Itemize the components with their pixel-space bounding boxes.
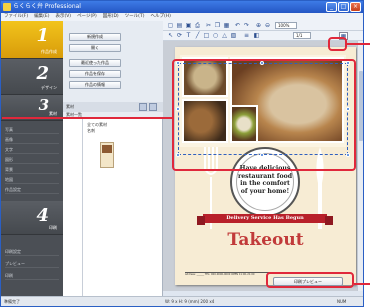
step3-item-photo[interactable]: 写真	[5, 125, 59, 134]
step4-item-preview[interactable]: プレビュー	[5, 259, 59, 268]
zoom-in-icon[interactable]: ⊕	[255, 22, 262, 29]
copy-icon[interactable]: ❐	[214, 22, 221, 29]
step3-item-background[interactable]: 背景	[5, 165, 59, 174]
title-bar: らくらく弁 Professional _ □ ×	[1, 1, 363, 13]
scrollbar-thumb[interactable]	[359, 71, 363, 141]
delivery-ribbon[interactable]: Delivery Service Has Begun	[197, 214, 333, 225]
step-4[interactable]: 4 印刷	[1, 201, 63, 235]
menu-bar: ファイル(F) 編集(E) 表示(V) ページ(P) 図形(D) ツール(T) …	[1, 13, 363, 21]
menu-tools[interactable]: ツール(T)	[125, 13, 145, 21]
undo-icon[interactable]: ↶	[234, 22, 241, 29]
step-label: 印刷	[49, 225, 57, 230]
select-icon[interactable]: ↖	[167, 32, 174, 39]
open-button[interactable]: 開く	[69, 44, 121, 52]
minimize-button[interactable]: _	[326, 2, 337, 12]
step3-item-map[interactable]: 地図	[5, 175, 59, 184]
redo-icon[interactable]: ↷	[243, 22, 250, 29]
save-icon[interactable]: ▣	[185, 22, 192, 29]
step-label: デザイン	[41, 85, 57, 90]
step3-item-shape[interactable]: 図形	[5, 155, 59, 164]
print-icon[interactable]: ⎙	[194, 22, 201, 29]
step-label: 作品作成	[41, 49, 57, 54]
new-icon[interactable]: ▢	[167, 22, 174, 29]
step3-item-settings[interactable]: 作品設定	[5, 185, 59, 194]
rectangle-icon[interactable]: □	[203, 32, 210, 39]
step3-item-image[interactable]: 画像	[5, 135, 59, 144]
line-icon[interactable]: ╱	[194, 32, 201, 39]
material-button-callout	[328, 37, 347, 51]
layer-icon[interactable]: ◧	[253, 32, 260, 39]
step-number: 4	[36, 205, 49, 226]
menu-help[interactable]: ヘルプ(H)	[150, 13, 170, 21]
work-info-button[interactable]: 作品の情報	[69, 81, 121, 89]
rotate-icon[interactable]: ⟳	[176, 32, 183, 39]
step4-item-print-settings[interactable]: 印刷設定	[5, 247, 59, 256]
close-button[interactable]: ×	[350, 2, 361, 12]
vertical-scrollbar[interactable]	[357, 41, 363, 291]
menu-file[interactable]: ファイル(F)	[4, 13, 28, 21]
photo-callout	[172, 59, 356, 171]
text-icon[interactable]: T	[185, 32, 192, 39]
task-panel: 新規作成 開く 最近使った作品 作品を保存 作品の情報	[63, 21, 163, 103]
new-work-button[interactable]: 新規作成	[69, 33, 121, 41]
step-number: 1	[36, 25, 49, 46]
step-navigation: 1 作品作成 2 デザイン 3 素材 写真 画像 文字 図形 背景 地図 作品設…	[1, 21, 63, 296]
maximize-button[interactable]: □	[338, 2, 349, 12]
category-tree[interactable]	[63, 118, 83, 297]
tree-item-card[interactable]: 名刺	[87, 128, 95, 134]
menu-page[interactable]: ページ(P)	[77, 13, 97, 21]
zoom-select[interactable]: 100%	[275, 22, 297, 29]
callout-line-top-right	[347, 43, 370, 45]
step-2[interactable]: 2 デザイン	[1, 59, 63, 95]
step-number: 2	[36, 63, 49, 84]
step-1[interactable]: 1 作品作成	[1, 21, 63, 59]
callout-line-bottom-right	[354, 283, 370, 285]
step3-item-text[interactable]: 文字	[5, 145, 59, 154]
step4-item-print[interactable]: 印刷	[5, 271, 59, 280]
menu-edit[interactable]: 編集(E)	[34, 13, 49, 21]
save-work-button[interactable]: 作品を保存	[69, 70, 121, 78]
align-icon[interactable]: ≡	[243, 32, 250, 39]
catalog-header: 素材	[63, 102, 163, 112]
main-toolbar: ▢ ▤ ▣ ⎙ ✂ ❐ ▦ ↶ ↷ ⊕ ⊖ 100%	[163, 21, 363, 31]
open-icon[interactable]: ▤	[176, 22, 183, 29]
step-number: 3	[38, 96, 49, 114]
app-icon	[3, 3, 11, 11]
image-icon[interactable]: ▧	[230, 32, 237, 39]
status-text: 準備完了	[4, 299, 20, 304]
status-dimensions: W: 9 x H: 9 (mm) 200 x4	[165, 299, 215, 304]
status-bar: 準備完了 W: 9 x H: 9 (mm) 200 x4 NUM	[1, 296, 363, 306]
window-title: らくらく弁 Professional	[13, 3, 81, 10]
callout-line-left	[2, 117, 172, 119]
zoom-out-icon[interactable]: ⊖	[264, 22, 271, 29]
thumbnail-area: 全ての素材 名刺	[84, 118, 163, 297]
material-list-panel: 素材一覧 全ての素材 名刺	[63, 112, 163, 297]
page-indicator: 1/1	[293, 32, 311, 39]
list-view-icon[interactable]	[139, 103, 147, 111]
catalog-title: 素材	[66, 104, 74, 109]
recent-work-button[interactable]: 最近使った作品	[69, 59, 121, 67]
paste-icon[interactable]: ▦	[223, 22, 230, 29]
polygon-icon[interactable]: △	[221, 32, 228, 39]
takeout-headline[interactable]: Takeout	[175, 230, 356, 250]
status-num: NUM	[337, 299, 347, 304]
cut-icon[interactable]: ✂	[205, 22, 212, 29]
preview-button-callout	[266, 272, 354, 288]
template-thumbnail[interactable]	[100, 142, 114, 168]
grid-view-icon[interactable]	[149, 103, 157, 111]
ellipse-icon[interactable]: ○	[212, 32, 219, 39]
menu-shape[interactable]: 図形(D)	[103, 13, 119, 21]
menu-view[interactable]: 表示(V)	[55, 13, 71, 21]
